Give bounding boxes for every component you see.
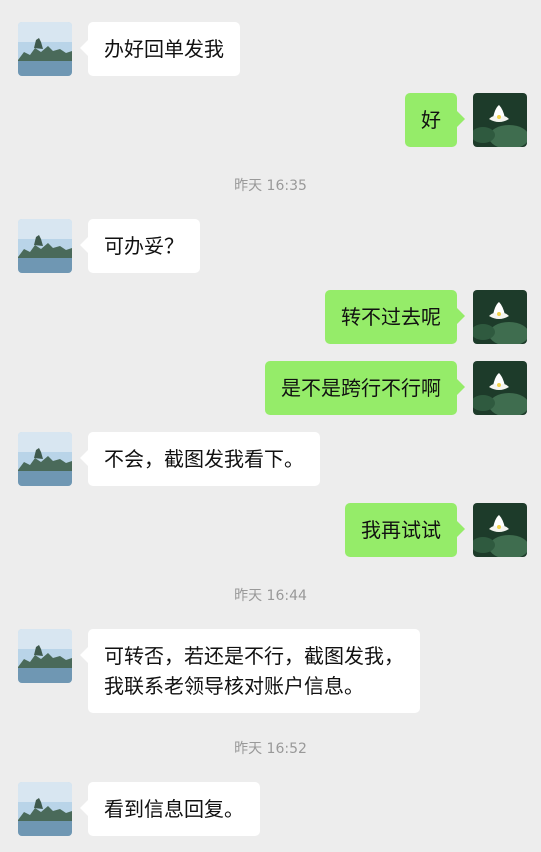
self-avatar-icon[interactable]: [473, 503, 527, 557]
message-bubble[interactable]: 办好回单发我: [80, 22, 240, 76]
message-bubble[interactable]: 可办妥？: [80, 219, 200, 273]
contact-avatar-icon[interactable]: [18, 629, 72, 683]
timestamp: 昨天 16:35: [234, 178, 307, 194]
message-bubble[interactable]: 不会，截图发我看下。: [80, 432, 320, 486]
contact-avatar-icon[interactable]: [18, 432, 72, 486]
message-bubble[interactable]: 可转否，若还是不行，截图发我， 我联系老领导核对账户信息。: [80, 629, 420, 713]
message-bubble[interactable]: 好: [405, 93, 465, 147]
contact-avatar-icon[interactable]: [18, 782, 72, 836]
message-bubble[interactable]: 看到信息回复。: [80, 782, 260, 836]
self-avatar-icon[interactable]: [473, 361, 527, 415]
message-bubble[interactable]: 是不是跨行不行啊: [265, 361, 465, 415]
self-avatar-icon[interactable]: [473, 290, 527, 344]
message-bubble[interactable]: 我再试试: [345, 503, 465, 557]
timestamp: 昨天 16:44: [234, 588, 307, 604]
chat-window: 办好回单发我 好 昨天 16:35 可办妥？ 转不过去呢 是不是跨行不行啊 不会…: [0, 0, 541, 852]
self-avatar-icon[interactable]: [473, 93, 527, 147]
contact-avatar-icon[interactable]: [18, 22, 72, 76]
message-bubble[interactable]: 转不过去呢: [325, 290, 465, 344]
contact-avatar-icon[interactable]: [18, 219, 72, 273]
timestamp: 昨天 16:52: [234, 741, 307, 757]
